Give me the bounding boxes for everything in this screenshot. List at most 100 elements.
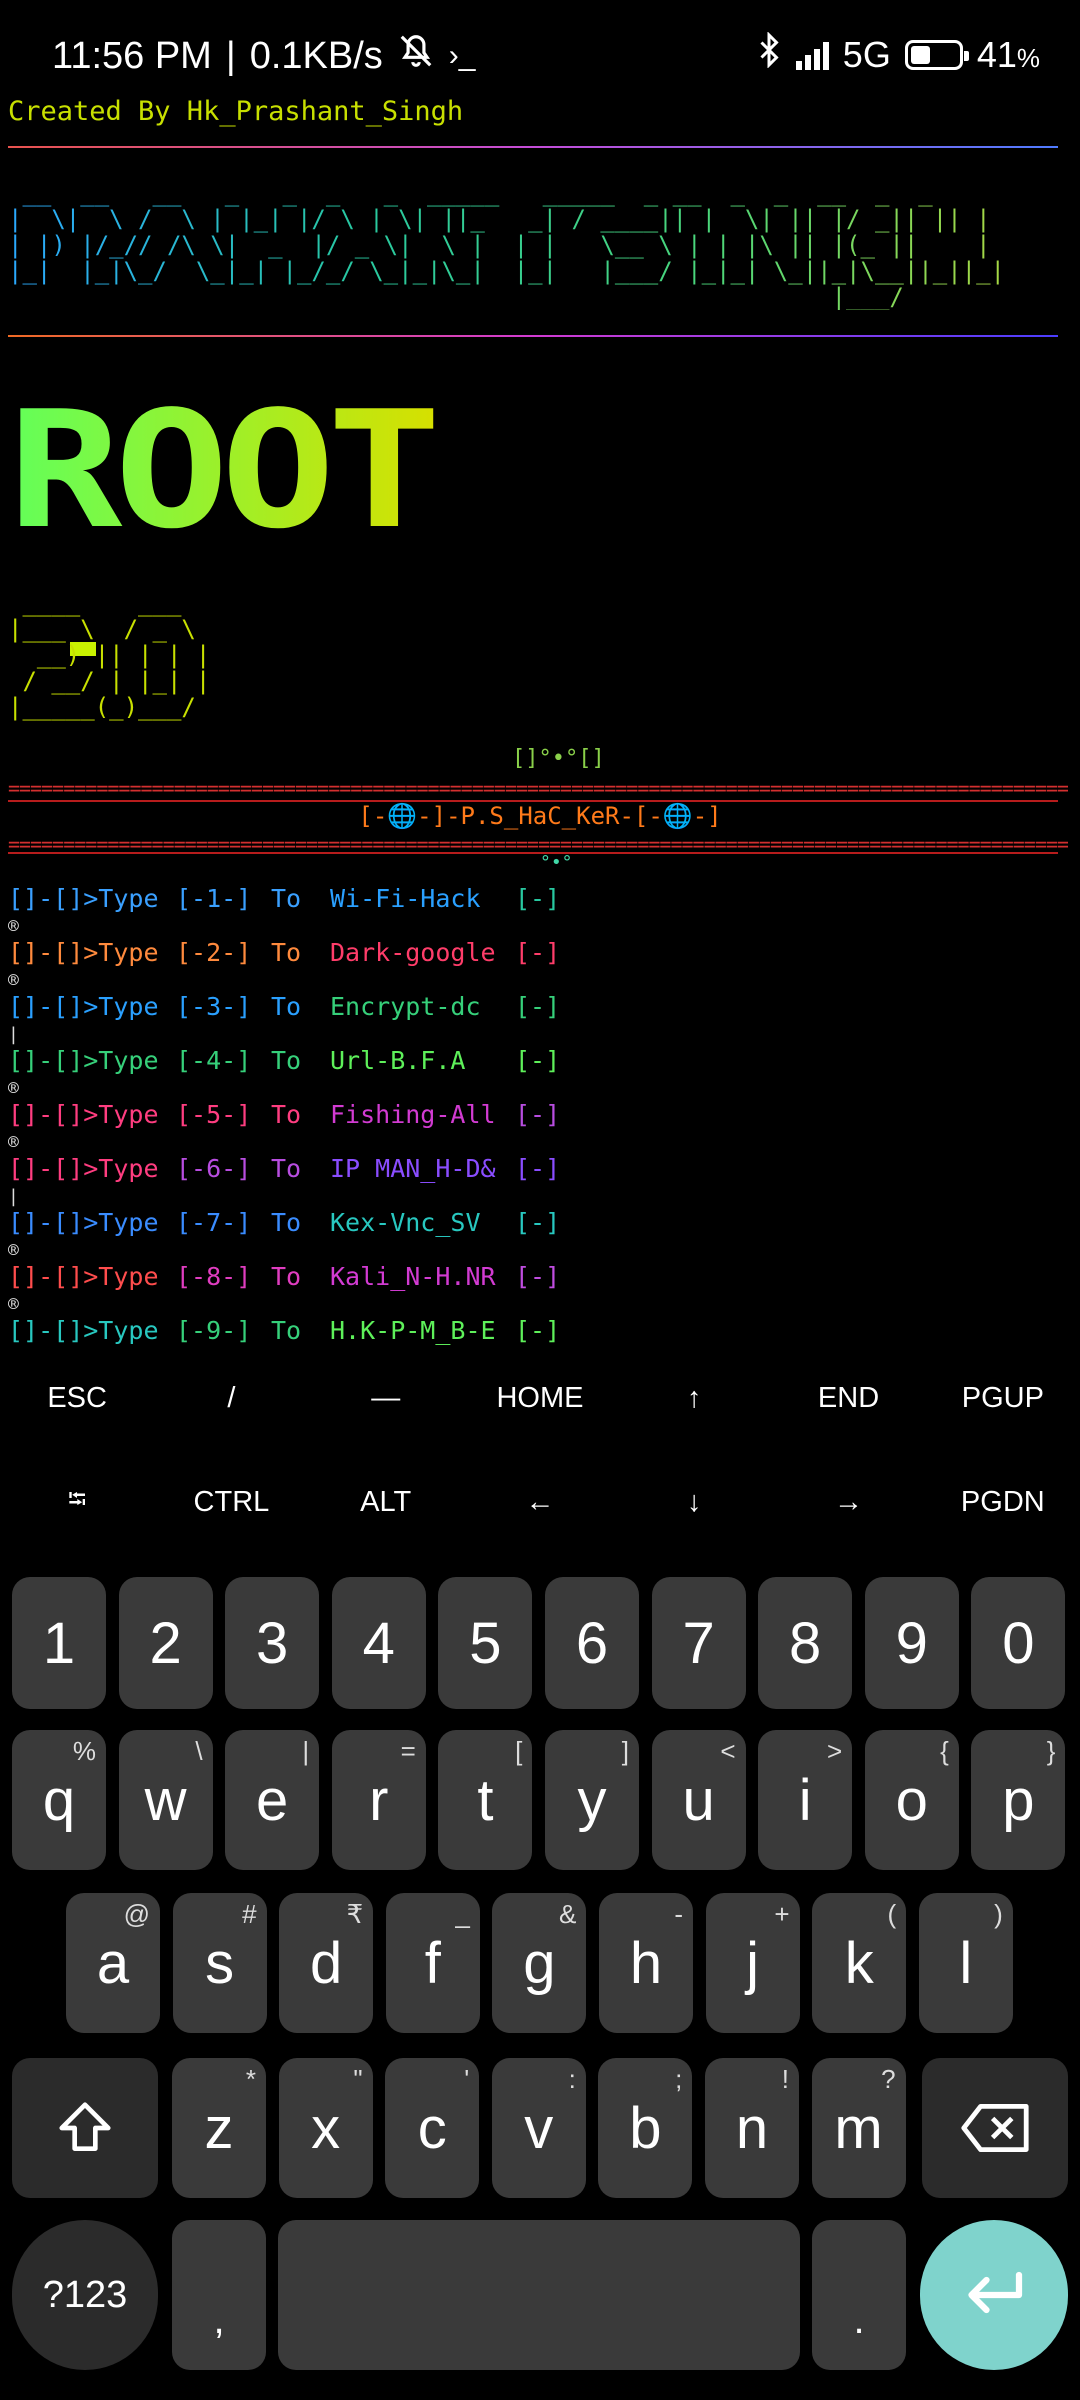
soft-keyboard: ?123 , . 1 2 3 4 5 6 7 8 9 0 q% w \ e | r = t[y] u < i > o{p} a… (0, 1555, 1080, 2400)
key-p[interactable]: p} (971, 1730, 1066, 1870)
key-9[interactable]: 9 (864, 1577, 959, 1709)
key-label: 5 (469, 1610, 502, 1676)
menu-item-end: [-] (515, 1154, 561, 1183)
key-7[interactable]: 7 (651, 1577, 746, 1709)
key-label: l (959, 1930, 973, 1996)
menu-item-name: Url-B.F.A (330, 1046, 466, 1075)
divider (8, 146, 1058, 148)
space-key[interactable] (278, 2220, 800, 2370)
key-e[interactable]: e | (225, 1730, 320, 1870)
signal-icon (795, 40, 829, 70)
key-label: m (834, 2095, 883, 2161)
menu-item-number: [-7-] (176, 1208, 252, 1237)
comma-label: , (213, 2297, 225, 2342)
key-o[interactable]: o{ (864, 1730, 959, 1870)
key-label: d (310, 1930, 343, 1996)
menu-item-number: [-9-] (176, 1316, 252, 1345)
enter-key[interactable] (920, 2220, 1068, 2370)
menu-item-prefix: []-[]>Type (8, 1046, 159, 1075)
backspace-icon (961, 2104, 1029, 2152)
key-0[interactable]: 0 (971, 1577, 1066, 1709)
key-label: w (144, 1767, 187, 1833)
ctrl-key[interactable]: CTRL (154, 1450, 308, 1554)
comma-key[interactable]: , (172, 2220, 266, 2370)
menu-item-prefix: []-[]>Type (8, 992, 159, 1021)
key-1[interactable]: 1 (12, 1577, 106, 1709)
key-label: 2 (149, 1610, 182, 1676)
menu-item-end: [-] (515, 1100, 561, 1129)
key-label: 6 (575, 1610, 609, 1676)
shift-key[interactable] (12, 2058, 158, 2198)
key-3[interactable]: 3 (225, 1577, 320, 1709)
key-secondary-label: @ (123, 1899, 150, 1929)
key-secondary-label: \ (195, 1736, 203, 1766)
key-q[interactable]: q% (12, 1730, 106, 1870)
key-f[interactable]: f _ (385, 1893, 480, 2033)
key-u[interactable]: u < (651, 1730, 746, 1870)
menu-item-end: [-] (515, 1208, 561, 1237)
key-secondary-label: } (1046, 1736, 1056, 1766)
key-label: o (895, 1767, 928, 1833)
arrow-right-key[interactable]: → (771, 1450, 925, 1554)
key-label: x (311, 2095, 341, 2161)
arrow-up-key[interactable]: ↑ (617, 1346, 771, 1450)
key-t[interactable]: t[ (438, 1730, 533, 1870)
period-key[interactable]: . (812, 2220, 906, 2370)
key-b[interactable]: b; (598, 2058, 693, 2198)
key-r[interactable]: r = (331, 1730, 426, 1870)
key-i[interactable]: i > (758, 1730, 853, 1870)
key-h[interactable]: h- (599, 1893, 693, 2033)
key-j[interactable]: j + (705, 1893, 800, 2033)
key-l[interactable]: l) (918, 1893, 1013, 2033)
pgup-key[interactable]: PGUP (926, 1346, 1080, 1450)
key-8[interactable]: 8 (758, 1577, 853, 1709)
dash-key[interactable]: — (309, 1346, 463, 1450)
menu-item-number: [-8-] (176, 1262, 252, 1291)
key-label: g (523, 1930, 556, 1996)
symbols-key[interactable]: ?123 (12, 2220, 158, 2370)
arrow-left-key[interactable]: ← (463, 1450, 617, 1554)
key-secondary-label: ₹ (346, 1899, 364, 1929)
menu-item-end: [-] (515, 884, 561, 913)
key-d[interactable]: d ₹ (279, 1893, 374, 2033)
key-2[interactable]: 2 (118, 1577, 213, 1709)
key-s[interactable]: s # (172, 1893, 267, 2033)
key-z[interactable]: z * (172, 2058, 266, 2198)
decoration-top: []°•°[] (512, 746, 605, 771)
network-type: 5G (842, 33, 891, 75)
root-text: ROOT (8, 376, 442, 565)
key-label: 1 (42, 1610, 76, 1676)
menu-item-number: [-1-] (176, 884, 252, 913)
terminal-output[interactable]: Created By Hk_Prashant_Singh __ __ __ _ … (0, 90, 1080, 1350)
key-x[interactable]: x " (278, 2058, 373, 2198)
menu-item-name: Dark-google (330, 938, 496, 967)
key-4[interactable]: 4 (331, 1577, 426, 1709)
home-key[interactable]: HOME (463, 1346, 617, 1450)
key-label: b (629, 2095, 662, 2161)
key-a[interactable]: a @ (66, 1893, 160, 2033)
pgdn-key[interactable]: PGDN (926, 1450, 1080, 1554)
key-n[interactable]: n! (705, 2058, 799, 2198)
key-6[interactable]: 6 (545, 1577, 639, 1709)
esc-key[interactable]: ESC (0, 1346, 154, 1450)
key-5[interactable]: 5 (438, 1577, 533, 1709)
key-label: t (477, 1767, 494, 1833)
tab-key[interactable]: ⭾ (0, 1450, 154, 1554)
key-v[interactable]: v: (491, 2058, 586, 2198)
key-w[interactable]: w \ (118, 1730, 213, 1870)
key-c[interactable]: c ' (385, 2058, 480, 2198)
menu-item-mark: ® (8, 1078, 19, 1099)
key-y[interactable]: y] (545, 1730, 639, 1870)
slash-key[interactable]: / (154, 1346, 308, 1450)
key-k[interactable]: k( (812, 1893, 907, 2033)
key-label: h (629, 1930, 663, 1996)
alt-key[interactable]: ALT (309, 1450, 463, 1554)
key-g[interactable]: g & (492, 1893, 587, 2033)
backspace-key[interactable] (922, 2058, 1068, 2198)
decoration-bottom: °•° (540, 852, 573, 873)
arrow-down-key[interactable]: ↓ (617, 1450, 771, 1554)
key-m[interactable]: m? (811, 2058, 906, 2198)
end-key[interactable]: END (771, 1346, 925, 1450)
status-time: 11:56 PM (52, 34, 212, 77)
key-secondary-label: # (242, 1899, 257, 1929)
